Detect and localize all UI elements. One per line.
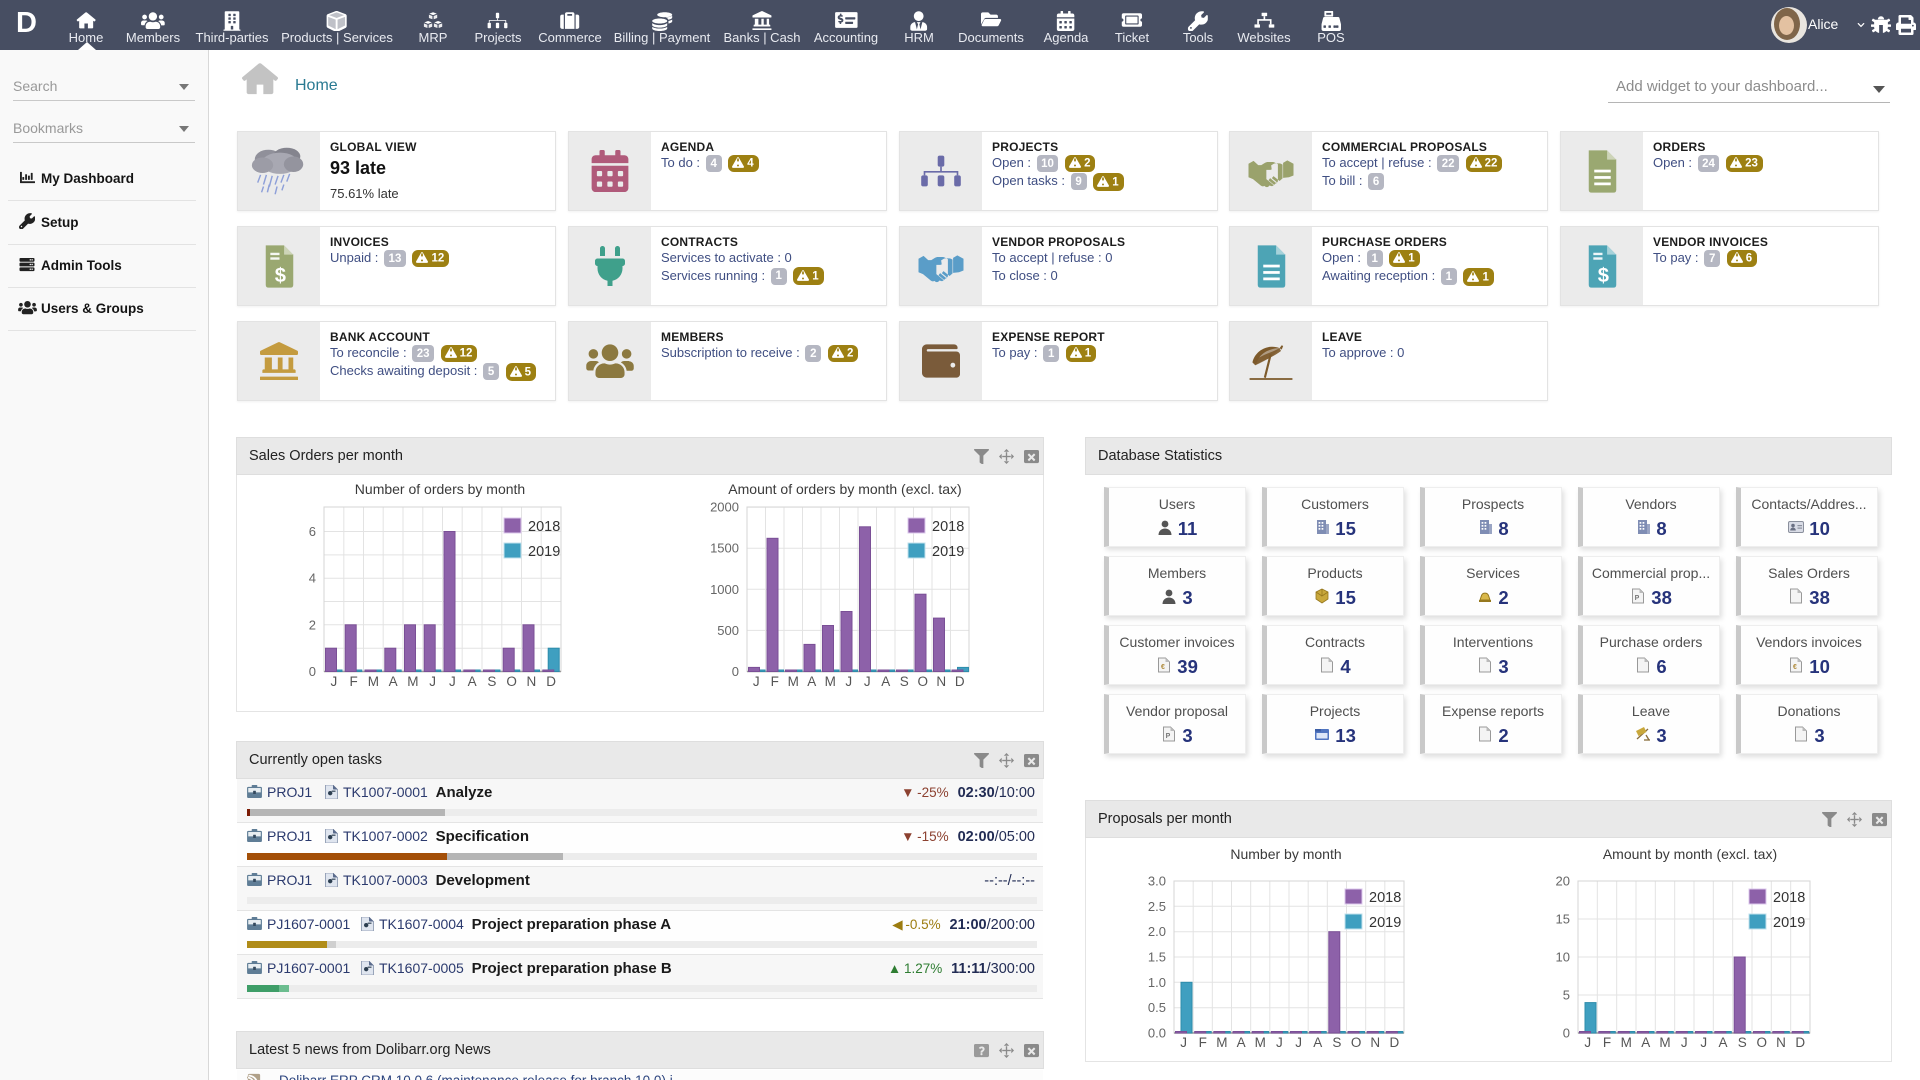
svg-text:2018: 2018	[1773, 890, 1805, 906]
svg-text:1500: 1500	[710, 541, 739, 556]
svg-text:A: A	[1313, 1035, 1322, 1050]
svg-text:M: M	[368, 674, 379, 689]
svg-text:Amount by month (excl. tax): Amount by month (excl. tax)	[1603, 846, 1777, 862]
svg-text:J: J	[1681, 1035, 1688, 1050]
svg-text:6: 6	[309, 524, 316, 539]
svg-text:2018: 2018	[1369, 890, 1401, 906]
svg-text:M: M	[1255, 1035, 1266, 1050]
svg-text:J: J	[1700, 1035, 1707, 1050]
svg-text:2019: 2019	[528, 544, 560, 560]
svg-text:15: 15	[1556, 912, 1570, 927]
svg-text:F: F	[1603, 1035, 1611, 1050]
svg-text:$: $	[274, 265, 285, 287]
svg-text:O: O	[1756, 1035, 1767, 1050]
svg-text:J: J	[1584, 1035, 1591, 1050]
svg-text:Amount of orders by month (exc: Amount of orders by month (excl. tax)	[728, 481, 961, 497]
svg-text:A: A	[881, 674, 890, 689]
svg-text:O: O	[918, 674, 929, 689]
svg-text:5: 5	[1563, 988, 1570, 1003]
svg-text:F: F	[349, 674, 357, 689]
svg-text:D: D	[1795, 1035, 1805, 1050]
svg-text:2019: 2019	[1369, 915, 1401, 931]
svg-text:2.0: 2.0	[1148, 924, 1166, 939]
svg-text:F: F	[771, 674, 779, 689]
svg-text:2018: 2018	[528, 519, 560, 535]
svg-text:Number by month: Number by month	[1230, 846, 1341, 862]
svg-text:10: 10	[1556, 950, 1570, 965]
svg-text:J: J	[845, 674, 852, 689]
svg-text:O: O	[1351, 1035, 1362, 1050]
svg-text:1000: 1000	[710, 582, 739, 597]
svg-text:J: J	[1180, 1035, 1187, 1050]
svg-text:0: 0	[1563, 1026, 1570, 1041]
svg-text:A: A	[389, 674, 398, 689]
svg-text:M: M	[825, 674, 836, 689]
svg-text:M: M	[1216, 1035, 1227, 1050]
svg-text:M: M	[407, 674, 418, 689]
svg-text:J: J	[753, 674, 760, 689]
svg-text:N: N	[527, 674, 537, 689]
svg-text:J: J	[1276, 1035, 1283, 1050]
svg-text:20: 20	[1556, 874, 1570, 889]
svg-text:D: D	[1390, 1035, 1400, 1050]
svg-text:A: A	[1718, 1035, 1727, 1050]
svg-text:P: P	[1635, 595, 1640, 602]
svg-text:N: N	[936, 674, 946, 689]
svg-text:S: S	[487, 674, 496, 689]
svg-text:2: 2	[309, 617, 316, 632]
svg-text:1.0: 1.0	[1148, 975, 1166, 990]
svg-text:1.5: 1.5	[1148, 950, 1166, 965]
svg-text:$: $	[1597, 265, 1608, 287]
svg-text:A: A	[1237, 1035, 1246, 1050]
svg-text:S: S	[1738, 1035, 1747, 1050]
svg-text:Number of orders by month: Number of orders by month	[355, 481, 525, 497]
svg-text:O: O	[506, 674, 517, 689]
svg-text:J: J	[331, 674, 338, 689]
svg-text:500: 500	[717, 623, 739, 638]
svg-text:2019: 2019	[1773, 915, 1805, 931]
svg-text:M: M	[1621, 1035, 1632, 1050]
svg-text:2000: 2000	[710, 500, 739, 515]
svg-text:A: A	[1641, 1035, 1650, 1050]
svg-text:2.5: 2.5	[1148, 899, 1166, 914]
svg-text:€: €	[1793, 664, 1797, 671]
svg-text:J: J	[1295, 1035, 1302, 1050]
svg-text:2018: 2018	[932, 519, 964, 535]
svg-text:J: J	[449, 674, 456, 689]
svg-text:A: A	[807, 674, 816, 689]
svg-text:0: 0	[732, 664, 739, 679]
svg-text:M: M	[1659, 1035, 1670, 1050]
svg-text:P: P	[1166, 733, 1171, 740]
svg-text:S: S	[1332, 1035, 1341, 1050]
svg-text:A: A	[468, 674, 477, 689]
svg-text:€: €	[1161, 664, 1165, 671]
svg-text:D: D	[546, 674, 556, 689]
svg-text:J: J	[864, 674, 871, 689]
svg-text:4: 4	[309, 571, 316, 586]
svg-text:N: N	[1776, 1035, 1786, 1050]
svg-text:0.5: 0.5	[1148, 1000, 1166, 1015]
svg-text:F: F	[1199, 1035, 1207, 1050]
svg-text:0.0: 0.0	[1148, 1026, 1166, 1041]
svg-text:S: S	[900, 674, 909, 689]
svg-text:3.0: 3.0	[1148, 874, 1166, 889]
svg-text:D: D	[955, 674, 965, 689]
svg-text:N: N	[1370, 1035, 1380, 1050]
svg-text:0: 0	[309, 664, 316, 679]
svg-text:2019: 2019	[932, 544, 964, 560]
svg-text:J: J	[429, 674, 436, 689]
svg-text:M: M	[788, 674, 799, 689]
